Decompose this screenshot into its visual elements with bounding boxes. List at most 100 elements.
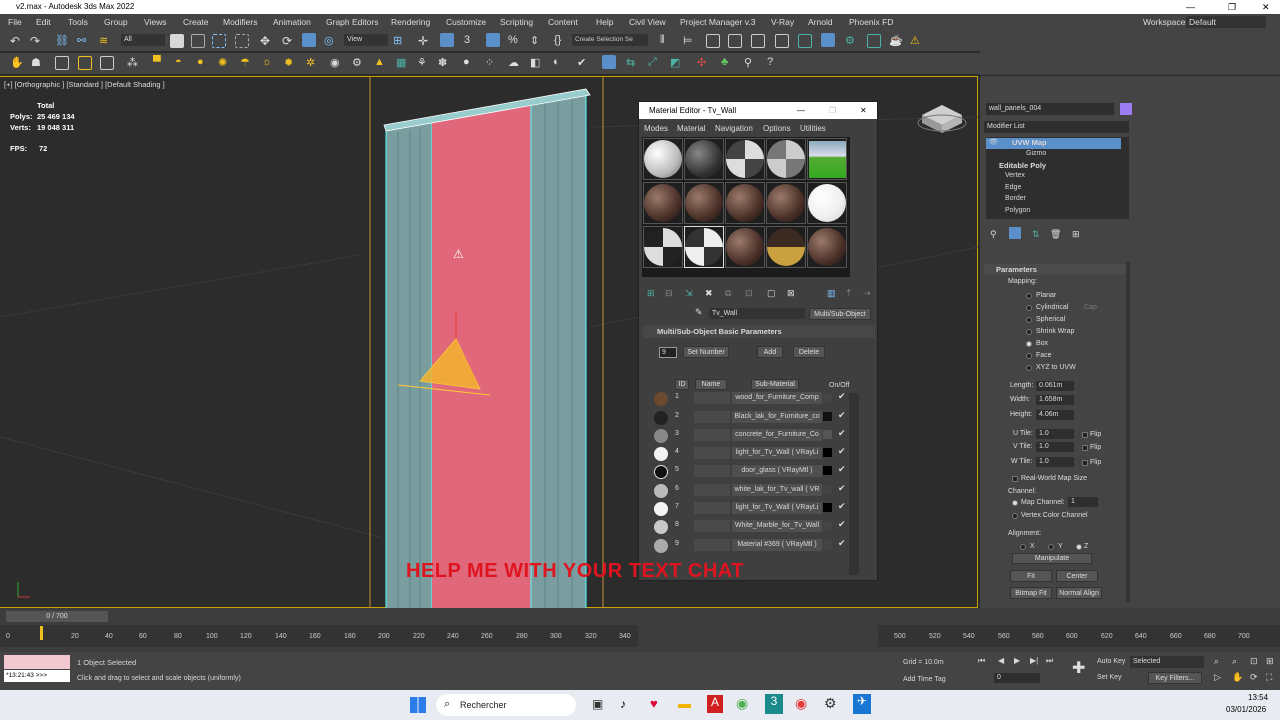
time-slider[interactable]: 0 / 700 [6, 611, 108, 622]
u-flip-checkbox[interactable] [1082, 432, 1088, 438]
key-filters-button[interactable]: Key Filters... [1148, 672, 1202, 684]
previous-frame-icon[interactable]: ◀ [998, 656, 1004, 665]
sample-slot[interactable] [766, 182, 806, 224]
submaterial-color[interactable] [823, 430, 832, 439]
submaterial-onoff-checkbox[interactable]: ✔ [838, 446, 846, 457]
submaterial-name-input[interactable] [694, 465, 730, 477]
submaterial-swatch[interactable] [654, 520, 668, 534]
scale-icon[interactable] [302, 33, 316, 47]
radio-box[interactable] [1026, 341, 1032, 347]
redo-icon[interactable]: ↷ [30, 34, 44, 48]
render-production-icon[interactable]: ☕ [889, 34, 903, 48]
fov-icon[interactable]: ▷ [1214, 672, 1221, 683]
mat-menu-modes[interactable]: Modes [644, 124, 668, 133]
mat-menu-options[interactable]: Options [763, 124, 791, 133]
submaterial-swatch[interactable] [654, 392, 668, 406]
cloud-render-icon[interactable]: ⤢ [648, 56, 662, 70]
zoom-extents-icon[interactable]: ⊡ [1250, 656, 1258, 667]
leaf-icon[interactable]: ◐ [553, 56, 567, 70]
assign-material-icon[interactable]: ⇲ [685, 288, 693, 299]
sky-icon[interactable]: ✹ [284, 56, 298, 70]
pin-stack-icon[interactable]: ⚲ [990, 229, 997, 240]
rendered-frame-icon[interactable] [867, 34, 881, 48]
pan-icon[interactable]: ✋ [1232, 672, 1243, 683]
zoom-extents-all-icon[interactable]: ⊞ [1266, 656, 1274, 667]
taskbar-search[interactable]: Rechercher [436, 694, 576, 716]
menu-file[interactable]: File [8, 14, 22, 30]
sample-slot[interactable] [684, 138, 724, 180]
menu-arnold[interactable]: Arnold [808, 14, 833, 30]
start-icon[interactable] [410, 697, 426, 713]
curve-editor-icon[interactable] [775, 34, 789, 48]
chrome-icon[interactable]: ◉ [736, 695, 748, 712]
region-select-icon[interactable] [212, 34, 226, 48]
v-flip-checkbox[interactable] [1082, 445, 1088, 451]
camera-icon[interactable]: ▲ [374, 56, 388, 70]
submaterial-name-input[interactable] [694, 429, 730, 441]
orbit-icon[interactable]: ⟳ [1250, 672, 1258, 683]
height-spinner[interactable]: 4.06m [1036, 410, 1074, 420]
submaterial-button[interactable]: Black_lak_for_Furniture_co [732, 411, 822, 423]
submaterial-button[interactable]: light_for_Tv_Wall ( VRayLi [732, 502, 822, 514]
current-frame-spinner[interactable]: 0 [994, 673, 1040, 683]
layer-explorer-icon[interactable] [728, 34, 742, 48]
bind-spacewarp-icon[interactable]: ≋ [99, 34, 113, 48]
radio-axis-z[interactable] [1076, 544, 1082, 550]
submaterial-swatch[interactable] [654, 447, 668, 461]
modifier-list-dropdown[interactable]: Modifier List [984, 121, 1129, 133]
go-sibling-icon[interactable]: ⇢ [863, 288, 871, 299]
menu-animation[interactable]: Animation [273, 14, 311, 30]
sort-name-button[interactable]: Name [695, 379, 727, 390]
chaos-cloud-icon[interactable]: ◩ [670, 56, 684, 70]
mat-close-button[interactable]: ✕ [860, 102, 867, 119]
submaterial-name-input[interactable] [694, 520, 730, 532]
spheres-icon[interactable]: ⁘ [485, 56, 499, 70]
submaterial-name-input[interactable] [694, 539, 730, 551]
sample-slot[interactable] [807, 226, 847, 268]
reset-map-icon[interactable]: ✖ [705, 288, 713, 299]
selection-filter-dropdown[interactable]: All [121, 34, 165, 46]
radio-spherical[interactable] [1026, 317, 1032, 323]
command-panel-scrollbar[interactable] [1126, 262, 1130, 602]
sample-slot[interactable] [643, 226, 683, 268]
maximize-button[interactable]: ❐ [1228, 0, 1236, 14]
remote-app-icon[interactable]: ✈ [853, 694, 871, 714]
mat-maximize-button[interactable]: ❐ [829, 102, 836, 119]
workspace-dropdown[interactable]: Default [1186, 16, 1266, 28]
submaterial-onoff-checkbox[interactable]: ✔ [838, 391, 846, 402]
vray-logo-icon[interactable]: ✔ [577, 56, 591, 70]
get-material-icon[interactable]: ⊞ [647, 288, 655, 299]
material-editor-icon[interactable] [821, 33, 835, 47]
add-button[interactable]: Add [757, 346, 783, 358]
submaterial-swatch[interactable] [654, 502, 668, 516]
scatter-icon[interactable]: ✣ [697, 56, 711, 70]
submaterial-button[interactable]: white_lak_for_Tv_wall ( VR [732, 484, 822, 496]
center-button[interactable]: Center [1056, 570, 1098, 582]
vray-frame-buffer-icon[interactable]: ◉ [330, 56, 344, 70]
object-name-input[interactable]: wall_panels_004 [986, 103, 1114, 115]
submaterial-button[interactable]: White_Marble_for_Tv_Wall [732, 520, 822, 532]
w-flip-checkbox[interactable] [1082, 460, 1088, 466]
sort-id-button[interactable]: ID [675, 379, 689, 390]
delete-button[interactable]: Delete [793, 346, 825, 358]
map-channel-spinner[interactable]: 1 [1068, 497, 1098, 507]
chrome-profile-icon[interactable]: ◉ [795, 695, 807, 712]
rollout-header[interactable]: Multi/Sub-Object Basic Parameters [643, 325, 875, 338]
named-selection-set-input[interactable]: Create Selection Se [572, 34, 648, 46]
select-object-icon[interactable] [170, 34, 184, 48]
menu-civil-view[interactable]: Civil View [629, 14, 666, 30]
menu-project-manager[interactable]: Project Manager v.3 [680, 14, 755, 30]
toggle-ribbon-icon[interactable] [751, 34, 765, 48]
radio-vertex-color[interactable] [1012, 513, 1018, 519]
unlink-icon[interactable]: ⚯ [77, 34, 91, 48]
file-explorer-icon[interactable]: ▬ [678, 696, 691, 711]
submaterial-color[interactable] [823, 393, 832, 402]
menu-vray[interactable]: V-Ray [771, 14, 794, 30]
maximize-viewport-icon[interactable]: ⛶ [1266, 672, 1272, 683]
submaterial-onoff-checkbox[interactable]: ✔ [838, 538, 846, 549]
app-icon[interactable]: ♥ [650, 696, 658, 711]
radio-xyz-to-uvw[interactable] [1026, 365, 1032, 371]
menu-tools[interactable]: Tools [68, 14, 88, 30]
clock-date[interactable]: 03/01/2026 [1226, 705, 1266, 714]
menu-scripting[interactable]: Scripting [500, 14, 533, 30]
